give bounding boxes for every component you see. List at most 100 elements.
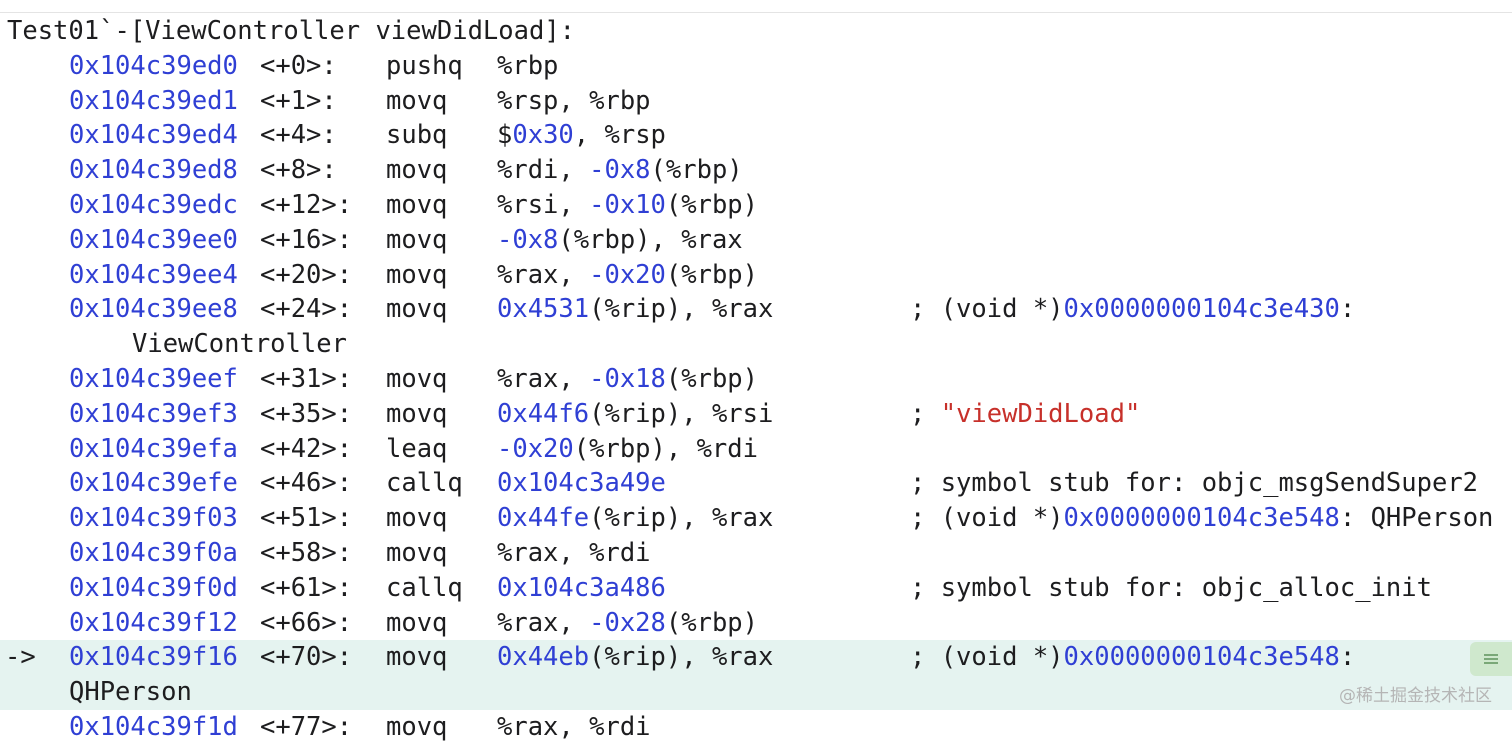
instruction-row[interactable]: 0x104c39efe <+46>: callq 0x104c3a49e ; symbo… — [0, 466, 1512, 501]
instruction-offset: <+35>: — [260, 398, 353, 429]
code-text: : QHPerson — [1339, 503, 1494, 534]
numeric-literal: 0x44eb — [497, 642, 590, 673]
code-text: %rax, — [497, 259, 590, 290]
instruction-comment: ; (void *)0x0000000104c3e548: QHPerson — [910, 501, 1493, 536]
numeric-literal: 0x0000000104c3e548 — [1063, 642, 1340, 673]
instruction-mnemonic: movq — [386, 155, 448, 186]
instruction-offset: <+70>: — [260, 642, 353, 673]
instruction-address: 0x104c39ef3 — [69, 398, 238, 429]
code-text: $ — [497, 120, 513, 151]
instruction-mnemonic: pushq — [386, 50, 463, 81]
instruction-operands: 0x44fe(%rip), %rax — [497, 501, 773, 536]
instruction-comment: ; (void *)0x0000000104c3e430: — [910, 292, 1355, 327]
instruction-row[interactable]: 0x104c39f0d <+61>: callq 0x104c3a486 ; symbo… — [0, 571, 1512, 606]
instruction-row[interactable]: 0x104c39f0a <+58>: movq %rax, %rdi — [0, 536, 1512, 571]
function-header: Test01`-[ViewController viewDidLoad]: — [7, 16, 576, 46]
instruction-row[interactable]: 0x104c39f03 <+51>: movq 0x44fe(%rip), %rax;… — [0, 501, 1512, 536]
watermark: @稀土掘金技术社区 — [1339, 686, 1492, 706]
code-text: (%rbp), %rax — [558, 224, 743, 255]
lines-icon — [1484, 654, 1498, 664]
instruction-address: 0x104c39efa — [69, 433, 238, 464]
instruction-row[interactable]: 0x104c39f1d <+77>: movq %rax, %rdi — [0, 710, 1512, 745]
numeric-literal: -0x10 — [589, 189, 666, 220]
instruction-mnemonic: movq — [386, 294, 448, 325]
instruction-operands: 0x44eb(%rip), %rax — [497, 640, 773, 675]
instruction-offset: <+61>: — [260, 572, 353, 603]
numeric-literal: 0x104c3a49e — [497, 468, 666, 499]
instruction-comment: ; "viewDidLoad" — [910, 397, 1140, 432]
instruction-row[interactable]: 0x104c39ee0 <+16>: movq -0x8(%rbp), %rax — [0, 223, 1512, 258]
instruction-address: 0x104c39f0a — [69, 537, 238, 568]
numeric-literal: -0x20 — [589, 259, 666, 290]
instruction-row[interactable]: 0x104c39ee8 <+24>: movq 0x4531(%rip), %rax;… — [0, 292, 1512, 327]
instruction-offset: <+77>: — [260, 711, 353, 742]
instruction-address: 0x104c39f0d — [69, 572, 238, 603]
instruction-operands: %rsp, %rbp — [497, 84, 651, 119]
instruction-address: 0x104c39ed4 — [69, 120, 238, 151]
instruction-offset: <+16>: — [260, 224, 353, 255]
string-literal: "viewDidLoad" — [940, 398, 1141, 429]
instruction-mnemonic: movq — [386, 398, 448, 429]
instruction-address: 0x104c39f16 — [69, 642, 238, 673]
instruction-row[interactable]: 0x104c39efa <+42>: leaq -0x20(%rbp), %rdi — [0, 432, 1512, 467]
code-text: (%rip), %rax — [589, 503, 774, 534]
code-text: : — [1339, 294, 1356, 325]
code-text: (%rbp) — [665, 189, 759, 220]
instruction-row[interactable]: 0x104c39edc <+12>: movq %rsi, -0x10(%rbp) — [0, 188, 1512, 223]
numeric-literal: 0x4531 — [497, 294, 590, 325]
code-text: %rax, %rdi — [497, 537, 651, 568]
instruction-address: 0x104c39f1d — [69, 711, 238, 742]
instruction-operands: %rax, -0x18(%rbp) — [497, 362, 758, 397]
instruction-operands: -0x8(%rbp), %rax — [497, 223, 743, 258]
instruction-operands: %rsi, -0x10(%rbp) — [497, 188, 758, 223]
instruction-mnemonic: callq — [386, 468, 463, 499]
numeric-literal: -0x8 — [497, 224, 559, 255]
instruction-offset: <+1>: — [260, 85, 337, 116]
numeric-literal: 0x30 — [512, 120, 574, 151]
instruction-mnemonic: movq — [386, 503, 448, 534]
code-text: %rbp — [497, 50, 559, 81]
instruction-row[interactable]: 0x104c39f12 <+66>: movq %rax, -0x28(%rbp) — [0, 606, 1512, 641]
instruction-address: 0x104c39edc — [69, 189, 238, 220]
instruction-operands: %rax, %rdi — [497, 536, 651, 571]
instruction-operands: 0x104c3a486 — [497, 571, 666, 606]
instruction-offset: <+4>: — [260, 120, 337, 151]
code-text: (%rip), %rax — [589, 642, 774, 673]
instruction-operands: 0x104c3a49e — [497, 466, 666, 501]
function-header-row: Test01`-[ViewController viewDidLoad]: — [0, 14, 1512, 49]
instruction-row[interactable]: 0x104c39ef3 <+35>: movq 0x44f6(%rip), %rsi;… — [0, 397, 1512, 432]
line-menu-button[interactable] — [1470, 642, 1512, 676]
instruction-row[interactable]: 0x104c39ed0 <+0>: pushq %rbp — [0, 49, 1512, 84]
instruction-address: 0x104c39eef — [69, 363, 238, 394]
comment-continuation: ViewController — [132, 329, 347, 360]
instruction-mnemonic: movq — [386, 607, 448, 638]
instruction-offset: <+24>: — [260, 294, 353, 325]
code-text: ; (void *) — [910, 503, 1064, 534]
instruction-offset: <+58>: — [260, 537, 353, 568]
disassembly-listing: Test01`-[ViewController viewDidLoad]: 0x… — [0, 14, 1512, 745]
numeric-literal: -0x8 — [589, 155, 651, 186]
instruction-address: 0x104c39ed8 — [69, 155, 238, 186]
comment-continuation-row: ViewController — [0, 327, 1512, 362]
instruction-comment: ; symbol stub for: objc_msgSendSuper2 — [910, 466, 1478, 501]
instruction-address: 0x104c39ee4 — [69, 259, 238, 290]
code-text: %rax, — [497, 363, 590, 394]
current-instruction-row[interactable]: -> 0x104c39f16 <+70>: movq 0x44eb(%rip), %ra… — [0, 640, 1512, 676]
program-counter-arrow: -> — [5, 642, 36, 673]
numeric-literal: 0x44fe — [497, 503, 590, 534]
instruction-row[interactable]: 0x104c39ed1 <+1>: movq %rsp, %rbp — [0, 84, 1512, 119]
code-text: (%rbp) — [665, 259, 759, 290]
instruction-row[interactable]: 0x104c39ee4 <+20>: movq %rax, -0x20(%rbp) — [0, 258, 1512, 293]
instruction-operands: 0x44f6(%rip), %rsi — [497, 397, 773, 432]
code-text: %rdi, — [497, 155, 590, 186]
instruction-comment: ; (void *)0x0000000104c3e548: — [910, 640, 1355, 675]
instruction-mnemonic: movq — [386, 189, 448, 220]
instruction-operands: %rbp — [497, 49, 558, 84]
instruction-mnemonic: movq — [386, 363, 448, 394]
instruction-address: 0x104c39ee8 — [69, 294, 238, 325]
instruction-row[interactable]: 0x104c39ed8 <+8>: movq %rdi, -0x8(%rbp) — [0, 153, 1512, 188]
comment-continuation: QHPerson — [69, 677, 192, 708]
instruction-row[interactable]: 0x104c39ed4 <+4>: subq $0x30, %rsp — [0, 118, 1512, 153]
instruction-row[interactable]: 0x104c39eef <+31>: movq %rax, -0x18(%rbp) — [0, 362, 1512, 397]
instruction-mnemonic: subq — [386, 120, 448, 151]
